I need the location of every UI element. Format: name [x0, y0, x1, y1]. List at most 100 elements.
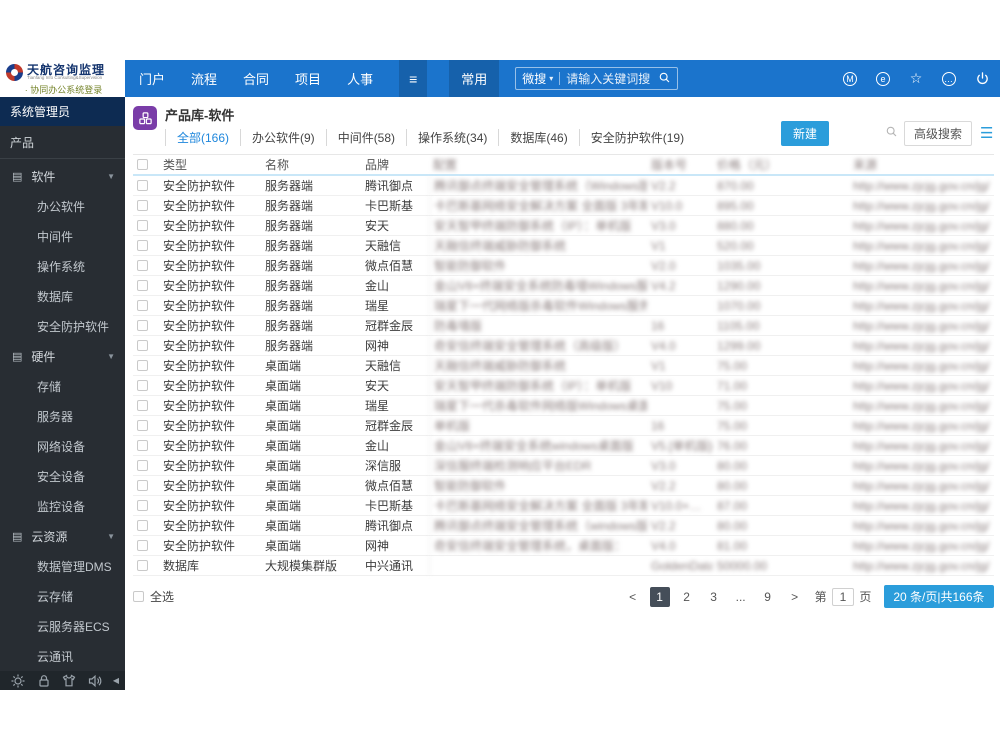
new-button[interactable]: 新建	[781, 121, 830, 146]
table-row[interactable]: 安全防护软件 服务器端 腾讯御点 腾讯御点终端安全管理系统（Windows版）+…	[133, 176, 994, 196]
sidebar-section-product[interactable]: 产品	[0, 126, 125, 158]
table-row[interactable]: 安全防护软件 服务器端 安天 安天智甲终端防御系统（IP）：单机版 V3.0 8…	[133, 216, 994, 236]
sidebar-item[interactable]: 存储	[0, 371, 125, 401]
table-row[interactable]: 安全防护软件 桌面端 瑞星 瑞星下一代杀毒软件网络版Windows桌面版 75.…	[133, 396, 994, 416]
col-header-source[interactable]: 来源	[849, 156, 994, 173]
top-nav-item[interactable]: 流程	[191, 69, 217, 88]
row-checkbox[interactable]	[137, 280, 148, 291]
table-row[interactable]: 安全防护软件 桌面端 腾讯御点 腾讯御点终端安全管理系统（windows版）/ …	[133, 516, 994, 536]
top-nav-item[interactable]: 项目	[295, 69, 321, 88]
next-page-button[interactable]: >	[785, 587, 805, 607]
e-service-icon[interactable]: e	[875, 71, 891, 87]
jump-page-input[interactable]: 1	[831, 587, 855, 606]
sidebar-item[interactable]: 安全设备	[0, 461, 125, 491]
category-tab[interactable]: 办公软件(9)	[240, 129, 326, 146]
tshirt-icon[interactable]	[61, 673, 77, 689]
top-nav-item[interactable]: 人事	[347, 69, 373, 88]
sidebar-item[interactable]: 云通讯	[0, 641, 125, 671]
sidebar-item[interactable]: 中间件	[0, 221, 125, 251]
row-checkbox[interactable]	[137, 460, 148, 471]
page-number-button[interactable]: ...	[731, 587, 751, 607]
table-row[interactable]: 安全防护软件 桌面端 网神 奇安信终端安全管理系统，桌面版： V4.0 81.0…	[133, 536, 994, 556]
col-header-version[interactable]: 版本号	[647, 156, 713, 173]
row-checkbox[interactable]	[137, 540, 148, 551]
sidebar-item[interactable]: 监控设备	[0, 491, 125, 521]
sidebar-group-cloud[interactable]: ▤ 云资源 ▼	[0, 521, 125, 551]
sidebar-group-hardware[interactable]: ▤ 硬件 ▼	[0, 341, 125, 371]
page-number-button[interactable]: 3	[704, 587, 724, 607]
advanced-search-button[interactable]: 高级搜索	[904, 121, 973, 146]
message-m-icon[interactable]: M	[842, 71, 858, 87]
row-checkbox[interactable]	[137, 360, 148, 371]
page-size-selector[interactable]: 20 条/页|共166条	[884, 585, 994, 608]
row-checkbox[interactable]	[137, 180, 148, 191]
row-checkbox[interactable]	[137, 520, 148, 531]
sidebar-item[interactable]: 云存储	[0, 581, 125, 611]
power-logout-icon[interactable]	[974, 71, 990, 87]
row-checkbox[interactable]	[137, 420, 148, 431]
sidebar-group-software[interactable]: ▤ 软件 ▼	[0, 161, 125, 191]
table-row[interactable]: 安全防护软件 服务器端 瑞星 瑞星下一代网络版杀毒软件Windows服务器版 1…	[133, 296, 994, 316]
sidebar-item[interactable]: 服务器	[0, 401, 125, 431]
prev-page-button[interactable]: <	[623, 587, 643, 607]
settings-gear-icon[interactable]	[10, 673, 26, 689]
row-checkbox[interactable]	[137, 200, 148, 211]
search-scope-dropdown[interactable]: 微搜 ▾	[522, 70, 553, 87]
table-row[interactable]: 安全防护软件 桌面端 微点佰慧 智能防御软件 V2.2 80.00 http:/…	[133, 476, 994, 496]
col-header-type[interactable]: 类型	[159, 156, 261, 173]
table-row[interactable]: 安全防护软件 桌面端 冠群金辰 单机版 16 75.00 http://www.…	[133, 416, 994, 436]
speaker-volume-icon[interactable]	[87, 673, 103, 689]
row-checkbox[interactable]	[137, 300, 148, 311]
nav-menu-icon[interactable]: ≡	[399, 60, 428, 97]
col-header-brand[interactable]: 品牌	[361, 156, 429, 173]
top-nav-item[interactable]: 门户	[139, 69, 165, 88]
table-row[interactable]: 安全防护软件 桌面端 天融信 天融信终端威胁防御系统 V1 75.00 http…	[133, 356, 994, 376]
table-search-icon[interactable]	[885, 125, 898, 143]
table-row[interactable]: 安全防护软件 桌面端 深信服 深信服终端检测响应平台EDR V3.0 80.00…	[133, 456, 994, 476]
search-icon[interactable]	[658, 71, 671, 87]
row-checkbox[interactable]	[137, 220, 148, 231]
nav-pinned-tab[interactable]: 常用	[449, 60, 500, 97]
page-number-button[interactable]: 2	[677, 587, 697, 607]
view-options-icon[interactable]: ☰	[980, 126, 993, 141]
sidebar-item[interactable]: 网络设备	[0, 431, 125, 461]
category-tab[interactable]: 中间件(58)	[325, 129, 406, 146]
table-row[interactable]: 安全防护软件 服务器端 冠群金辰 防毒墙版 16 1105.00 http://…	[133, 316, 994, 336]
row-checkbox[interactable]	[137, 260, 148, 271]
favorites-star-icon[interactable]: ☆	[908, 71, 924, 87]
sidebar-item[interactable]: 办公软件	[0, 191, 125, 221]
top-nav-item[interactable]: 合同	[243, 69, 269, 88]
col-header-config[interactable]: 配置	[429, 155, 647, 174]
row-checkbox[interactable]	[137, 400, 148, 411]
row-checkbox[interactable]	[137, 380, 148, 391]
table-row[interactable]: 安全防护软件 桌面端 安天 安天智甲终端防御系统（IP）：单机版 V10 71.…	[133, 376, 994, 396]
row-checkbox[interactable]	[137, 500, 148, 511]
sidebar-item[interactable]: 操作系统	[0, 251, 125, 281]
row-checkbox[interactable]	[137, 560, 148, 571]
table-row[interactable]: 安全防护软件 服务器端 微点佰慧 智能防御软件 V2.0 1035.00 htt…	[133, 256, 994, 276]
row-checkbox[interactable]	[137, 340, 148, 351]
table-row[interactable]: 安全防护软件 桌面端 金山 金山V8+终端安全系统windows桌面版 V5.[…	[133, 436, 994, 456]
sidebar-role-header[interactable]: 系统管理员	[0, 97, 125, 126]
row-checkbox[interactable]	[137, 320, 148, 331]
table-row[interactable]: 安全防护软件 桌面端 卡巴斯基 卡巴斯基网络安全解决方案 全面版 3年期 +以……	[133, 496, 994, 516]
page-number-button[interactable]: 9	[758, 587, 778, 607]
table-row[interactable]: 安全防护软件 服务器端 天融信 天融信终端威胁防御系统 V1 520.00 ht…	[133, 236, 994, 256]
table-row[interactable]: 安全防护软件 服务器端 卡巴斯基 卡巴斯基网络安全解决方案 全面版 3年期 V1…	[133, 196, 994, 216]
col-header-price[interactable]: 价格（元）	[713, 156, 849, 173]
row-checkbox[interactable]	[137, 240, 148, 251]
col-header-name[interactable]: 名称	[261, 156, 361, 173]
select-all-header-checkbox[interactable]	[137, 159, 148, 170]
row-checkbox[interactable]	[137, 480, 148, 491]
more-options-icon[interactable]: …	[941, 71, 957, 87]
table-row[interactable]: 安全防护软件 服务器端 网神 奇安信终端安全管理系统（高级版） V4.0 129…	[133, 336, 994, 356]
page-number-button[interactable]: 1	[649, 586, 670, 607]
row-checkbox[interactable]	[137, 440, 148, 451]
category-tab[interactable]: 数据库(46)	[498, 129, 578, 146]
sidebar-item[interactable]: 云服务器ECS	[0, 611, 125, 641]
lock-icon[interactable]	[36, 673, 52, 689]
table-row[interactable]: 数据库 大规模集群版 中兴通讯 GoldenData s… 50000.00 h…	[133, 556, 994, 576]
sidebar-item[interactable]: 数据管理DMS	[0, 551, 125, 581]
category-tab[interactable]: 操作系统(34)	[406, 129, 498, 146]
category-tab[interactable]: 全部(166)	[165, 129, 240, 146]
